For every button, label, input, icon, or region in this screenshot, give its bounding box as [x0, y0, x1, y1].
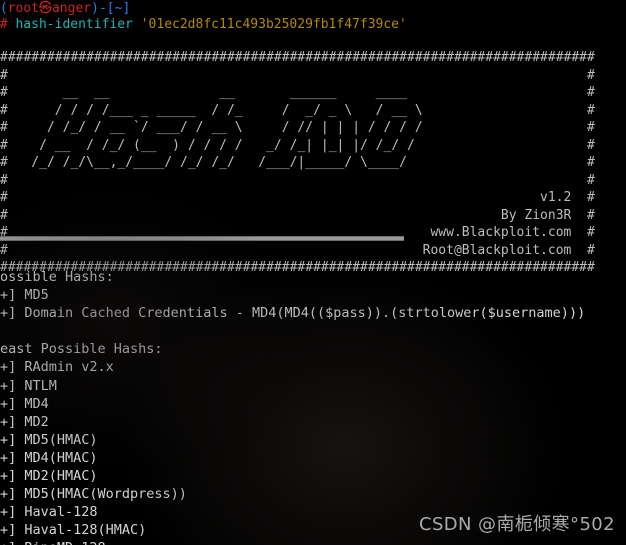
output-blank-line — [0, 322, 585, 340]
prompt-user: root — [7, 1, 39, 16]
hash-results-output: ossible Hashs: +] MD5 +] Domain Cached Cre… — [0, 268, 585, 545]
terminal-window[interactable]: ─(root㉿anger)-[~] ─# hash-identifier '01… — [0, 0, 626, 545]
output-line: +] MD4 — [0, 395, 49, 412]
output-line: +] RipeMD-128 — [0, 539, 585, 545]
output-separator-rule — [0, 236, 404, 241]
hashid-ascii-banner: ########################################… — [0, 50, 595, 275]
command-space — [133, 17, 141, 32]
prompt-close: )-[ — [91, 1, 115, 16]
output-line: +] MD5(HMAC(Wordpress)) — [0, 486, 187, 503]
prompt-end: ] — [122, 1, 131, 16]
output-line: +] MD2(HMAC) — [0, 468, 98, 485]
csdn-watermark: CSDN @南栀倾寒°502 — [419, 514, 615, 535]
output-line: +] MD4(HMAC) — [0, 449, 98, 466]
output-line: +] MD5 — [0, 287, 49, 304]
command-argument: '01ec2d8fc11c493b25029fb1f47f39ce' — [140, 17, 407, 32]
output-line: +] NTLM — [0, 377, 57, 394]
shell-prompt-line-1: ─(root㉿anger)-[~] — [0, 1, 130, 17]
output-line: ossible Hashs: — [0, 269, 114, 285]
shell-prompt-line-2: ─# hash-identifier '01ec2d8fc11c493b2502… — [0, 17, 407, 33]
prompt-lead: ─( — [0, 1, 8, 16]
prompt-host: anger — [51, 1, 92, 16]
output-line: +] RAdmin v2.x — [0, 359, 114, 376]
output-line: +] Domain Cached Credentials - MD4(MD4((… — [0, 305, 586, 322]
output-line: +] MD2 — [0, 413, 49, 430]
output-line: east Possible Hashs: — [0, 341, 163, 358]
command-name: hash-identifier — [15, 17, 133, 32]
prompt-hash-sigil: ─# — [0, 17, 8, 32]
kali-dragon-icon: ㉿ — [38, 1, 52, 16]
output-line: +] MD5(HMAC) — [0, 431, 98, 448]
